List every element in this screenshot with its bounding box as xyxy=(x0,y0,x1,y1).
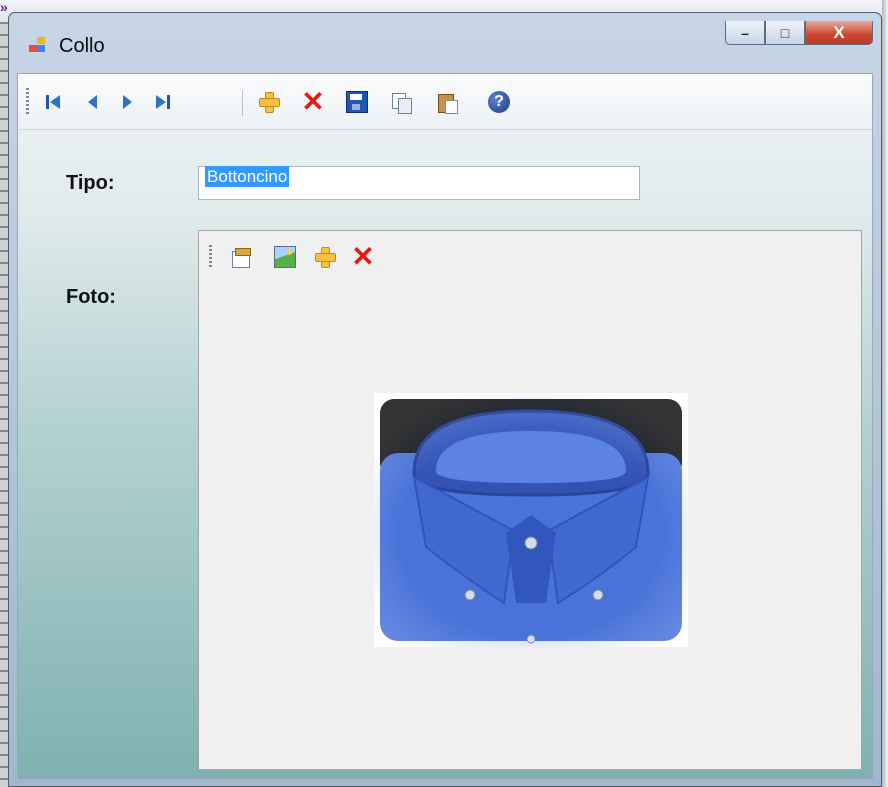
move-previous-button[interactable] xyxy=(78,88,108,116)
background-left-edge xyxy=(0,22,8,787)
minimize-button[interactable]: – xyxy=(725,21,765,45)
photo-picturebox[interactable]: ✕ xyxy=(198,230,862,770)
record-navigator-toolbar: ✕ ? xyxy=(18,74,872,130)
first-record-icon xyxy=(46,95,60,109)
add-new-button[interactable] xyxy=(254,88,284,116)
delete-x-icon: ✕ xyxy=(351,241,375,272)
background-right-edge xyxy=(882,0,888,787)
remove-image-button[interactable]: ✕ xyxy=(349,243,377,271)
last-record-icon xyxy=(156,95,170,109)
copy-icon xyxy=(390,91,412,114)
client-area: ✕ ? Tipo: Bottoncino Foto: ✕ xyxy=(17,73,873,779)
move-next-button[interactable] xyxy=(112,88,142,116)
toolbar-separator xyxy=(242,90,243,116)
blue-shirt-collar-image xyxy=(374,393,688,647)
window-title: Collo xyxy=(59,35,105,57)
paste-button[interactable] xyxy=(432,88,462,116)
tipo-field-value: Bottoncino xyxy=(205,166,290,187)
move-last-button[interactable] xyxy=(148,88,178,116)
collo-window: Collo – □ X ✕ ? Tipo: Bottoncino Foto: ✕ xyxy=(8,12,882,787)
maximize-icon: □ xyxy=(780,24,790,41)
tipo-field[interactable]: Bottoncino xyxy=(198,166,640,200)
move-first-button[interactable] xyxy=(38,88,68,116)
next-record-icon xyxy=(123,95,132,109)
properties-button[interactable] xyxy=(227,243,255,271)
photo-toolbar: ✕ xyxy=(199,231,861,277)
photo-toolbar-grip[interactable] xyxy=(209,245,212,269)
save-button[interactable] xyxy=(342,88,372,116)
delete-x-icon: ✕ xyxy=(301,86,325,117)
maximize-button[interactable]: □ xyxy=(765,21,805,45)
add-image-button[interactable] xyxy=(311,243,339,271)
paste-icon xyxy=(436,91,458,114)
minimize-icon: – xyxy=(741,24,749,41)
plus-icon xyxy=(258,91,280,113)
delete-button[interactable]: ✕ xyxy=(298,88,328,116)
caption-buttons: – □ X xyxy=(725,21,873,47)
plus-icon xyxy=(314,246,336,268)
foto-label: Foto: xyxy=(66,286,116,308)
toolbar-grip[interactable] xyxy=(26,88,29,116)
tipo-label: Tipo: xyxy=(66,172,115,194)
copy-button[interactable] xyxy=(386,88,416,116)
image-icon xyxy=(274,246,296,268)
load-image-button[interactable] xyxy=(271,243,299,271)
close-button[interactable]: X xyxy=(805,21,873,45)
help-icon: ? xyxy=(488,91,510,113)
app-form-icon xyxy=(29,37,47,53)
title-bar[interactable]: Collo – □ X xyxy=(9,13,881,65)
close-icon: X xyxy=(833,22,845,42)
floppy-disk-icon xyxy=(346,91,368,113)
properties-icon xyxy=(230,246,252,268)
previous-record-icon xyxy=(88,95,97,109)
help-button[interactable]: ? xyxy=(484,88,514,116)
